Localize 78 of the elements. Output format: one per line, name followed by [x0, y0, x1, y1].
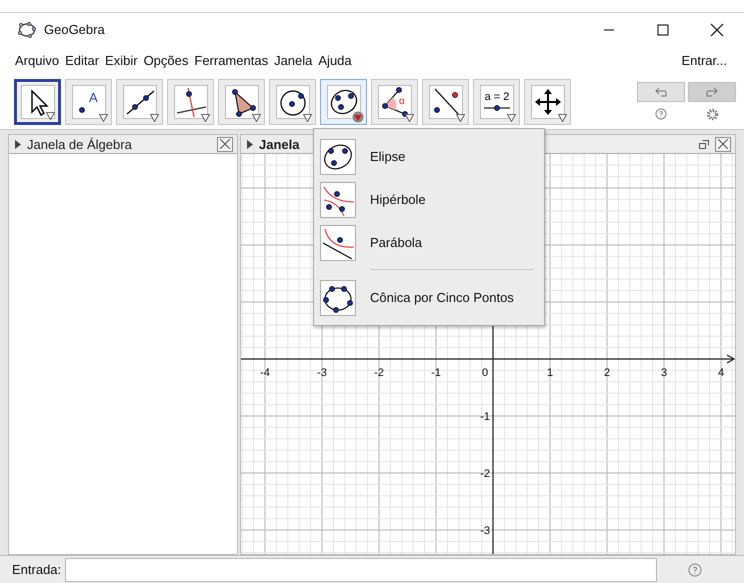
redo-icon [706, 87, 718, 97]
redo-button[interactable] [688, 82, 736, 102]
line-and-points-icon [434, 88, 460, 116]
line-icon [126, 90, 154, 114]
caret-icon [456, 114, 465, 122]
menu-item[interactable]: Hipérbole [320, 178, 538, 221]
point-icon [78, 106, 84, 112]
tool-button[interactable] [320, 78, 367, 124]
tool-button[interactable]: α [371, 78, 418, 124]
menu-item[interactable]: Opções [140, 52, 192, 68]
axis-label: -3 [317, 367, 327, 379]
help-icon[interactable] [688, 562, 702, 576]
input-field[interactable] [65, 558, 658, 582]
tool-button[interactable] [14, 78, 61, 124]
caret-icon [150, 114, 159, 122]
ellipse-icon [330, 89, 357, 114]
menu-item[interactable]: Ajuda [315, 52, 355, 68]
conic-icon [323, 286, 353, 312]
move-arrows-icon [534, 88, 560, 114]
app-logo-icon [18, 22, 36, 38]
tool-button[interactable]: a = 2 [473, 78, 520, 124]
tool-button[interactable]: A [65, 78, 112, 124]
caret-icon [252, 114, 261, 122]
axis-label: 4 [718, 367, 724, 379]
menu-item[interactable]: Parábola [320, 221, 538, 264]
undock-icon[interactable] [699, 140, 709, 148]
axis-label: 0 [482, 367, 488, 379]
expand-triangle-icon[interactable] [15, 140, 21, 148]
cursor-icon [30, 88, 48, 116]
settings-icon[interactable] [706, 108, 718, 121]
axis-label: 1 [546, 367, 554, 379]
expand-triangle-icon[interactable] [247, 140, 253, 148]
caret-icon [46, 112, 55, 120]
perpendicular-line-icon [176, 87, 206, 117]
axis-label: -3 [480, 525, 490, 537]
window-title: GeoGebra [44, 22, 106, 37]
tool-caption: α [398, 96, 404, 106]
caret-icon [303, 114, 312, 122]
axis-label: -2 [374, 367, 384, 379]
close-panel-button[interactable] [715, 136, 731, 152]
tool-caption: A [88, 90, 98, 104]
maximize-icon [657, 24, 669, 36]
angle-icon [382, 86, 408, 116]
help-icon[interactable] [655, 108, 667, 120]
caret-icon [352, 110, 364, 122]
menu-item[interactable]: Cônica por Cinco Pontos [320, 276, 538, 319]
parabola-icon [322, 228, 354, 258]
axis-label: -2 [480, 468, 490, 480]
axis-label: -1 [431, 367, 441, 379]
circle-icon [280, 90, 306, 116]
menu-item[interactable]: Ferramentas [191, 52, 272, 68]
ellipse-icon [324, 144, 352, 169]
axis-label: -4 [260, 367, 270, 379]
sign-in-link[interactable]: Entrar... [678, 52, 730, 68]
close-icon [710, 22, 724, 36]
input-label: Entrada: [12, 562, 62, 577]
hyperbola-icon [324, 186, 354, 216]
tool-caption: a = 2 [484, 90, 509, 102]
panel-title: Janela [259, 136, 300, 152]
caret-icon [99, 114, 108, 122]
undo-icon [655, 87, 667, 97]
caret-icon [507, 114, 516, 122]
triangle-icon [232, 88, 256, 116]
caret-icon [558, 114, 567, 122]
menu-item[interactable]: Elipse [320, 135, 538, 178]
panel-title: Janela de Álgebra [27, 136, 133, 152]
menu-item[interactable]: Editar [62, 52, 102, 68]
caret-icon [201, 114, 210, 122]
undo-button[interactable] [637, 82, 685, 102]
menu-item[interactable]: Arquivo [12, 52, 62, 68]
axis-label: 2 [604, 367, 610, 379]
close-panel-button[interactable] [217, 136, 233, 152]
menu-item[interactable]: Exibir [102, 52, 141, 68]
slider-icon [484, 104, 510, 110]
axis-label: -1 [480, 411, 490, 423]
menu-item[interactable]: Janela [271, 52, 316, 68]
axis-label: 3 [660, 367, 668, 379]
caret-icon [405, 114, 414, 122]
